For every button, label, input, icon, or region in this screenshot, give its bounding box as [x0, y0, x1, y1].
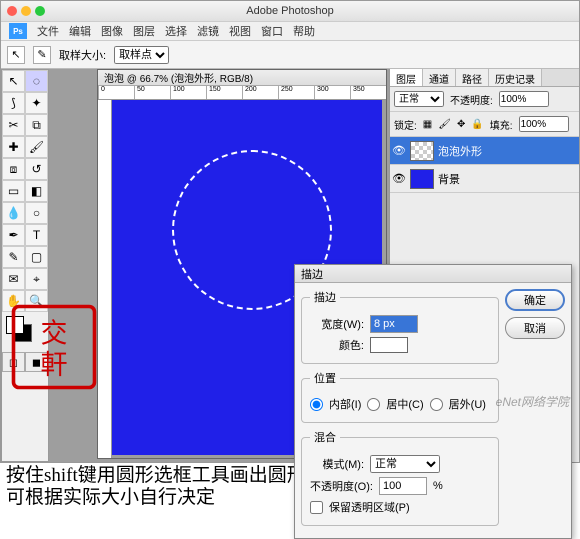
ruler-vertical [98, 100, 112, 458]
move-tool-icon[interactable]: ↖ [7, 46, 25, 64]
history-brush-tool[interactable]: ↺ [25, 158, 48, 180]
dodge-tool[interactable]: ○ [25, 202, 48, 224]
close-icon[interactable] [7, 6, 17, 16]
hand-tool[interactable]: ✋ [2, 290, 25, 312]
color-swatch[interactable] [2, 312, 48, 352]
dialog-title: 描边 [295, 265, 571, 283]
fg-color[interactable] [6, 316, 24, 334]
move-tool[interactable]: ↖ [2, 70, 25, 92]
layer-name: 泡泡外形 [438, 143, 482, 159]
document-title: 泡泡 @ 66.7% (泡泡外形, RGB/8) [98, 70, 386, 86]
fill-label: 填充: [490, 117, 513, 132]
menubar: Ps 文件 编辑 图像 图层 选择 滤镜 视图 窗口 帮助 [1, 21, 579, 41]
blend-fieldset: 混合 模式(M): 正常 不透明度(O): % 保留透明区域(P) [301, 429, 499, 526]
eyedropper-tool[interactable]: ⌖ [25, 268, 48, 290]
crop-tool[interactable]: ✂ [2, 114, 25, 136]
eyedropper-tool-icon[interactable]: ✎ [33, 46, 51, 64]
layer-thumbnail [410, 141, 434, 161]
watermark-text: eNet网络学院 [496, 393, 569, 410]
menu-image[interactable]: 图像 [101, 23, 123, 39]
layer-row[interactable]: 👁 背景 [390, 165, 579, 193]
marquee-tool[interactable]: ◌ [25, 70, 48, 92]
wand-tool[interactable]: ✦ [25, 92, 48, 114]
lasso-tool[interactable]: ⟆ [2, 92, 25, 114]
sample-size-label: 取样大小: [59, 47, 106, 63]
tab-paths[interactable]: 路径 [456, 69, 489, 86]
layer-row[interactable]: 👁 泡泡外形 [390, 137, 579, 165]
quickmask-mode-icon[interactable]: ◼ [25, 352, 48, 372]
shape-tool[interactable]: ▢ [25, 246, 48, 268]
pos-center-radio[interactable] [367, 398, 380, 411]
menu-help[interactable]: 帮助 [293, 23, 315, 39]
slice-tool[interactable]: ⧉ [25, 114, 48, 136]
eraser-tool[interactable]: ▭ [2, 180, 25, 202]
app-title: Adobe Photoshop [246, 5, 333, 17]
blur-tool[interactable]: 💧 [2, 202, 25, 224]
visibility-icon[interactable]: 👁 [392, 172, 406, 186]
brush-tool[interactable]: 🖌 [25, 136, 48, 158]
visibility-icon[interactable]: 👁 [392, 144, 406, 158]
path-tool[interactable]: ✒ [2, 224, 25, 246]
width-label: 宽度(W): [310, 316, 364, 332]
opacity-input[interactable] [499, 91, 549, 107]
opacity-label: 不透明度: [450, 92, 493, 107]
lock-all-icon[interactable]: 🔒 [471, 119, 483, 130]
options-bar: ↖ ✎ 取样大小: 取样点 [1, 41, 579, 69]
gradient-tool[interactable]: ◧ [25, 180, 48, 202]
stroke-fieldset: 描边 宽度(W): 颜色: [301, 289, 499, 364]
menu-select[interactable]: 选择 [165, 23, 187, 39]
menu-filter[interactable]: 滤镜 [197, 23, 219, 39]
pos-inside-radio[interactable] [310, 398, 323, 411]
layer-name: 背景 [438, 171, 460, 187]
menu-edit[interactable]: 编辑 [69, 23, 91, 39]
preserve-checkbox[interactable] [310, 501, 323, 514]
color-label: 颜色: [310, 337, 364, 353]
standard-mode-icon[interactable]: ◻ [2, 352, 25, 372]
mode-select[interactable]: 正常 [370, 455, 440, 473]
heal-tool[interactable]: ✚ [2, 136, 25, 158]
toolbox: ↖ ◌ ⟆ ✦ ✂ ⧉ ✚ 🖌 ⧈ ↺ ▭ ◧ 💧 ○ ✒ T ✎ ▢ ✉ ⌖ [1, 69, 49, 462]
tab-layers[interactable]: 图层 [390, 69, 423, 86]
lock-position-icon[interactable]: ✥ [457, 119, 465, 130]
titlebar: Adobe Photoshop [1, 1, 579, 21]
mode-label: 模式(M): [310, 456, 364, 472]
tab-history[interactable]: 历史记录 [489, 69, 542, 86]
dlg-opacity-input[interactable] [379, 477, 427, 495]
menu-layer[interactable]: 图层 [133, 23, 155, 39]
menu-file[interactable]: 文件 [37, 23, 59, 39]
fill-input[interactable] [519, 116, 569, 132]
minimize-icon[interactable] [21, 6, 31, 16]
menu-window[interactable]: 窗口 [261, 23, 283, 39]
ruler-horizontal: 050 100150 200250 300350 [98, 86, 386, 100]
cancel-button[interactable]: 取消 [505, 317, 565, 339]
dlg-opacity-label: 不透明度(O): [310, 478, 373, 494]
type-tool[interactable]: T [25, 224, 48, 246]
layer-thumbnail [410, 169, 434, 189]
tab-channels[interactable]: 通道 [423, 69, 456, 86]
lock-pixels-icon[interactable]: 🖌 [438, 119, 451, 130]
pos-outside-radio[interactable] [430, 398, 443, 411]
zoom-tool[interactable]: 🔍 [25, 290, 48, 312]
menu-view[interactable]: 视图 [229, 23, 251, 39]
zoom-icon[interactable] [35, 6, 45, 16]
color-swatch-button[interactable] [370, 337, 408, 353]
ok-button[interactable]: 确定 [505, 289, 565, 311]
sample-size-select[interactable]: 取样点 [114, 46, 169, 64]
stamp-tool[interactable]: ⧈ [2, 158, 25, 180]
width-input[interactable] [370, 315, 418, 333]
pen-tool[interactable]: ✎ [2, 246, 25, 268]
blend-mode-select[interactable]: 正常 [394, 91, 444, 107]
position-fieldset: 位置 内部(I) 居中(C) 居外(U) [301, 370, 499, 423]
lock-transparency-icon[interactable]: ▦ [423, 119, 432, 130]
lock-label: 锁定: [394, 117, 417, 132]
ps-icon[interactable]: Ps [9, 23, 27, 39]
notes-tool[interactable]: ✉ [2, 268, 25, 290]
